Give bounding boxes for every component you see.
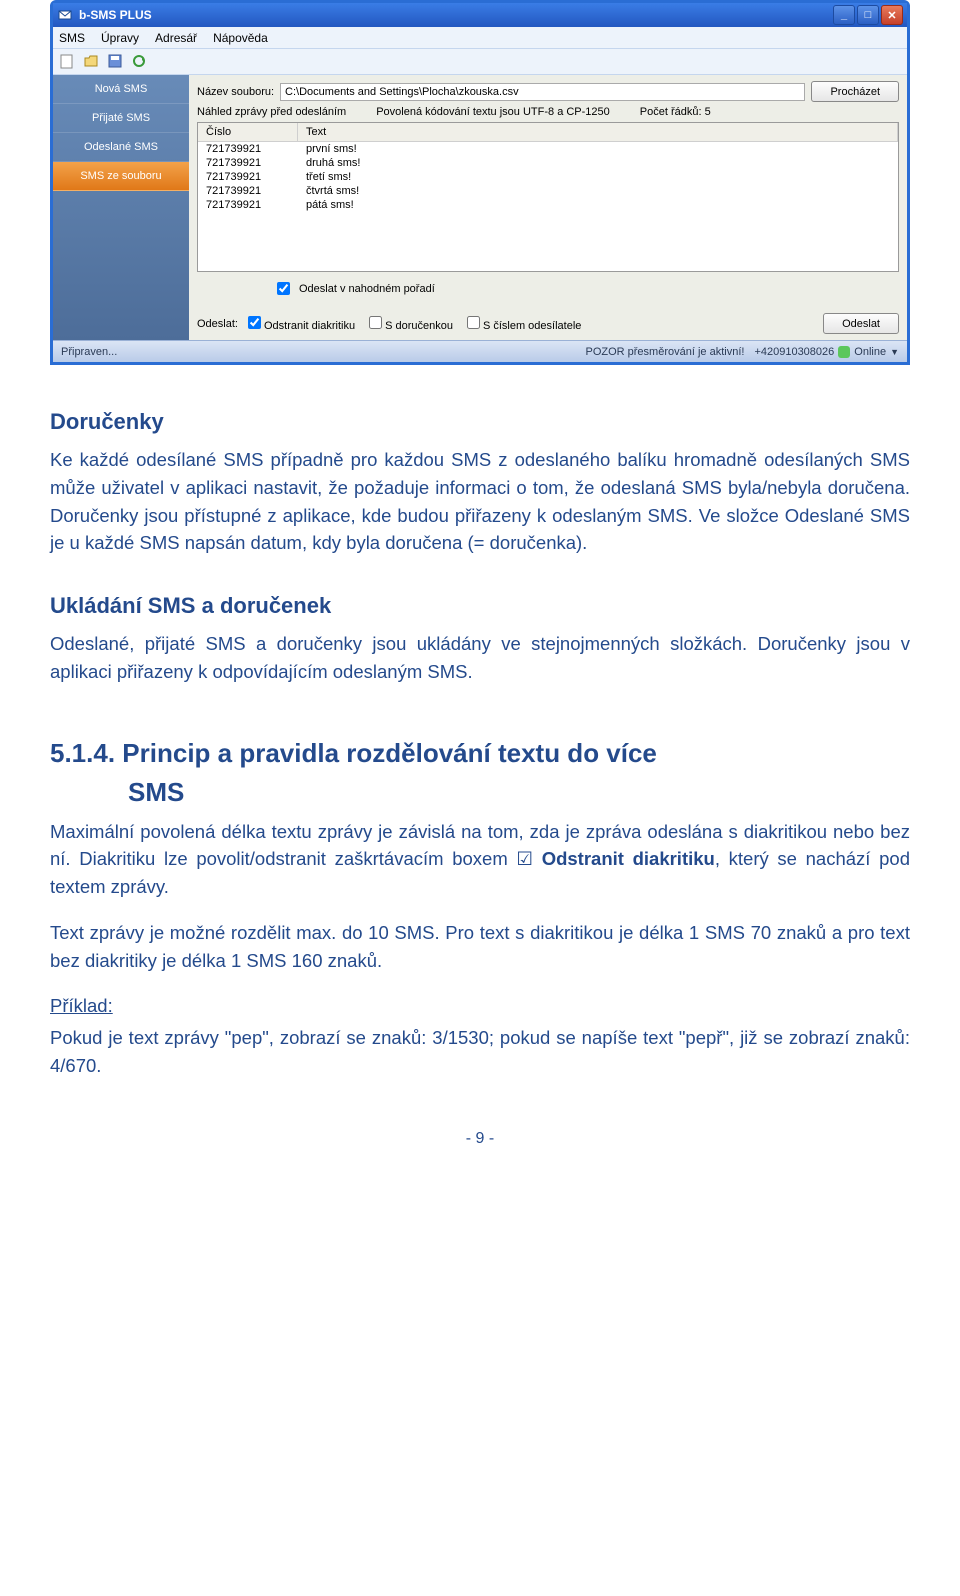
menu-sms[interactable]: SMS [59,31,85,45]
heading-dorucenky: Doručenky [50,405,910,438]
save-icon[interactable] [107,53,125,71]
para-maxlen: Maximální povolená délka textu zprávy je… [50,818,910,901]
menu-napoveda[interactable]: Nápověda [213,31,268,45]
para-dorucenky: Ke každé odesílané SMS případně pro každ… [50,446,910,557]
menubar: SMS Úpravy Adresář Nápověda [53,27,907,49]
titlebar: b-SMS PLUS _ □ ✕ [53,3,907,27]
random-order-checkbox[interactable] [277,282,290,295]
app-icon [57,7,73,23]
opt-receipt[interactable]: S doručenkou [369,316,453,332]
file-path-input[interactable] [280,83,805,101]
status-left: Připraven... [61,346,117,358]
cell-number: 721739921 [198,156,298,170]
statusbar: Připraven... POZOR přesměrování je aktiv… [53,340,907,362]
cell-number: 721739921 [198,142,298,156]
toolbar [53,49,907,75]
table-row[interactable]: 721739921druhá sms! [198,156,898,170]
app-window: b-SMS PLUS _ □ ✕ SMS Úpravy Adresář Nápo… [50,0,910,365]
diacritics-checkbox[interactable] [248,316,261,329]
col-header-number[interactable]: Číslo [198,123,298,141]
cell-number: 721739921 [198,198,298,212]
close-button[interactable]: ✕ [881,5,903,25]
cell-text: první sms! [298,142,898,156]
file-label: Název souboru: [197,86,274,98]
status-online: Online [854,346,886,358]
sidebar-item-prijate[interactable]: Přijaté SMS [53,104,189,133]
document-body: Doručenky Ke každé odesílané SMS případn… [50,405,910,1080]
example-label: Příklad: [50,992,910,1020]
row-count-label: Počet řádků: 5 [640,106,711,118]
opt-diacritics[interactable]: Odstranit diakritiku [248,316,355,332]
cell-text: čtvrtá sms! [298,184,898,198]
para-example: Pokud je text zprávy "pep", zobrazí se z… [50,1024,910,1080]
minimize-button[interactable]: _ [833,5,855,25]
status-dropdown-icon[interactable]: ▼ [890,347,899,357]
sidebar-item-nova[interactable]: Nová SMS [53,75,189,104]
open-icon[interactable] [83,53,101,71]
sender-num-checkbox[interactable] [467,316,480,329]
refresh-icon[interactable] [131,53,149,71]
receipt-checkbox[interactable] [369,316,382,329]
encoding-label: Povolená kódování textu jsou UTF-8 a CP-… [376,106,610,118]
send-label: Odeslat: [197,318,238,330]
menu-upravy[interactable]: Úpravy [101,31,139,45]
sidebar-item-odeslane[interactable]: Odeslané SMS [53,133,189,162]
table-row[interactable]: 721739921pátá sms! [198,198,898,212]
cell-text: druhá sms! [298,156,898,170]
status-phone: +420910308026 [754,346,834,358]
random-order-label: Odeslat v nahodném pořadí [299,283,435,295]
table-row[interactable]: 721739921první sms! [198,142,898,156]
para-split: Text zprávy je možné rozdělit max. do 10… [50,919,910,975]
menu-adresar[interactable]: Adresář [155,31,197,45]
new-icon[interactable] [59,53,77,71]
browse-button[interactable]: Procházet [811,81,899,102]
col-header-text[interactable]: Text [298,123,898,141]
page-number: - 9 - [50,1130,910,1148]
maximize-button[interactable]: □ [857,5,879,25]
cell-number: 721739921 [198,184,298,198]
status-warn: POZOR přesměrování je aktivní! [585,346,744,358]
cell-text: třetí sms! [298,170,898,184]
online-icon [838,346,850,358]
send-button[interactable]: Odeslat [823,313,899,334]
preview-table: Číslo Text 721739921první sms!721739921d… [197,122,899,272]
para-ukladani: Odeslané, přijaté SMS a doručenky jsou u… [50,630,910,686]
table-row[interactable]: 721739921třetí sms! [198,170,898,184]
sidebar-item-soubor[interactable]: SMS ze souboru [53,162,189,191]
table-row[interactable]: 721739921čtvrtá sms! [198,184,898,198]
cell-number: 721739921 [198,170,298,184]
heading-ukladani: Ukládání SMS a doručenek [50,589,910,622]
window-title: b-SMS PLUS [79,8,152,22]
preview-label: Náhled zprávy před odesláním [197,106,346,118]
sidebar: Nová SMS Přijaté SMS Odeslané SMS SMS ze… [53,75,189,340]
content-panel: Název souboru: Procházet Náhled zprávy p… [189,75,907,340]
heading-514: 5.1.4. Princip a pravidla rozdělování te… [50,734,910,812]
cell-text: pátá sms! [298,198,898,212]
opt-sender[interactable]: S číslem odesílatele [467,316,581,332]
window-buttons: _ □ ✕ [833,5,903,25]
